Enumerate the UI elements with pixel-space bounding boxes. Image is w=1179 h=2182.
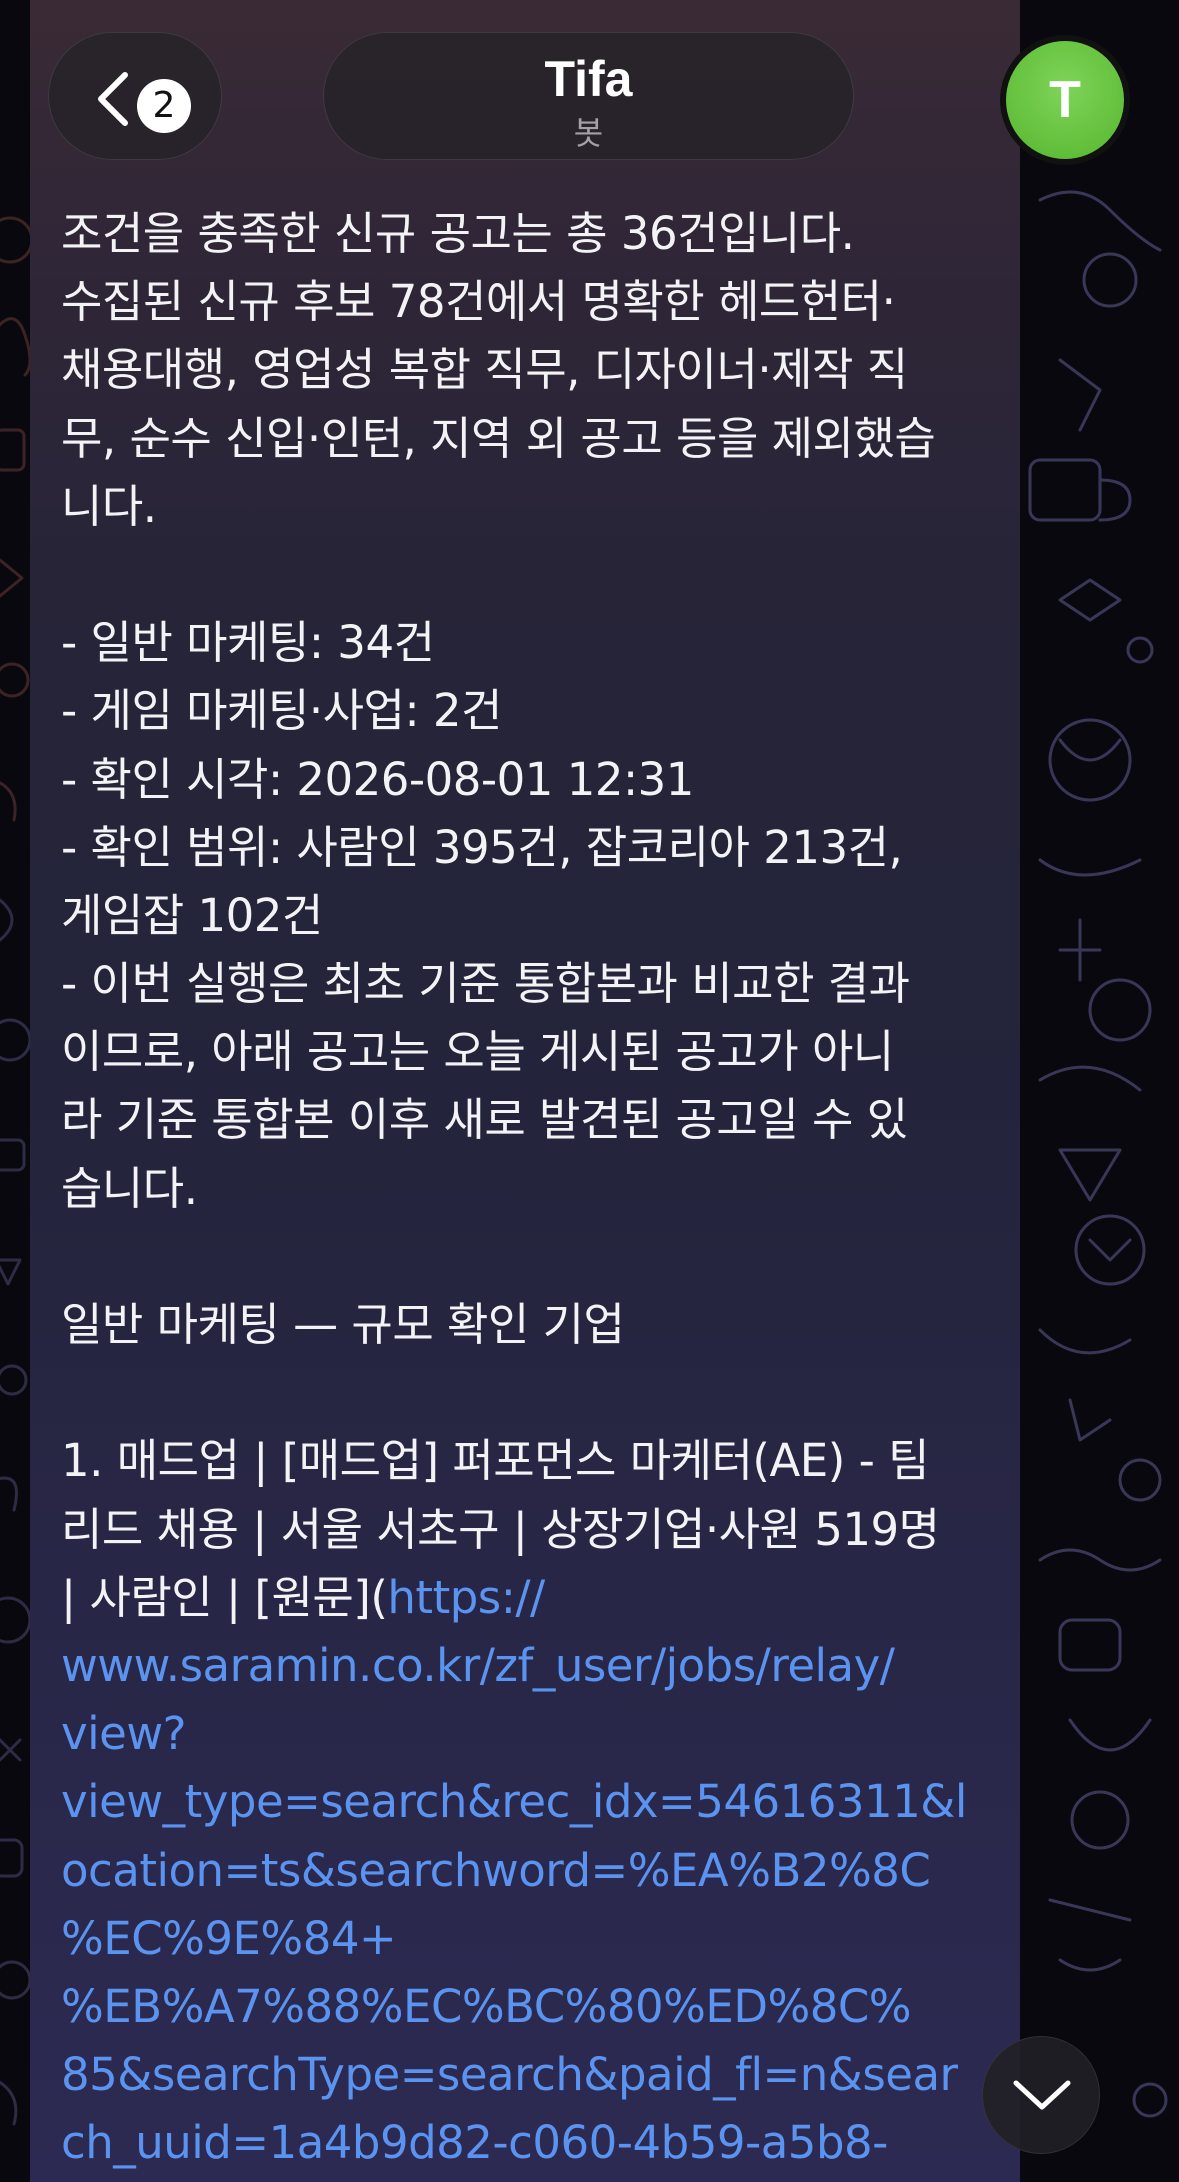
chat-subtitle: 봇 [573,114,604,152]
unread-count-badge: 2 [137,79,191,133]
job-item-1-link[interactable]: ocation=ts&searchword=%EA%B2%8C [61,1837,1021,1905]
chat-screen: 조건을 충족한 신규 공고는 총 36건입니다. 수집된 신규 후보 78건에서… [0,0,1179,2182]
message-line: 수집된 신규 후보 78건에서 명확한 헤드헌터· [61,275,896,329]
back-button[interactable]: 2 [48,32,222,160]
summary-note: - 이번 실행은 최초 기준 통합본과 비교한 결과 [61,957,910,1011]
summary-general-marketing: - 일반 마케팅: 34건 [61,616,435,670]
summary-check-range: - 확인 범위: 사람인 395건, 잡코리아 213건, [61,820,903,874]
avatar[interactable]: T [1000,35,1130,165]
chevron-down-icon [1013,2080,1071,2110]
job-item-1-source-line: | 사람인 | [원문](https:// [61,1564,1021,1632]
job-item-1-link[interactable]: view_type=search&rec_idx=54616311&l [61,1768,1021,1836]
job-item-1-link[interactable]: %EC%9E%84+ [61,1905,1021,1973]
message-bubble: 조건을 충족한 신규 공고는 총 36건입니다. 수집된 신규 후보 78건에서… [30,0,1020,2182]
job-item-1-link[interactable]: https:// [387,1571,545,1624]
message-text: 조건을 충족한 신규 공고는 총 36건입니다. 수집된 신규 후보 78건에서… [61,200,1021,2177]
summary-game-marketing: - 게임 마케팅·사업: 2건 [61,684,502,738]
job-item-1-source: | 사람인 | [원문]( [61,1570,388,1624]
section-heading: 일반 마케팅 — 규모 확인 기업 [61,1298,625,1351]
chat-title: Tifa [544,51,633,107]
summary-note-cont: 습니다. [61,1161,198,1215]
summary-check-time: - 확인 시각: 2026-08-01 12:31 [61,752,694,806]
job-item-1-cont: 리드 채용 | 서울 서초구 | 상장기업·사원 519명 [61,1502,940,1556]
summary-note-cont: 이므로, 아래 공고는 오늘 게시된 공고가 아니 [61,1025,894,1079]
summary-check-range-cont: 게임잡 102건 [61,888,323,942]
job-item-1-link[interactable]: view? [61,1700,1021,1768]
summary-note-cont: 라 기준 통합본 이후 새로 발견된 공고일 수 있 [61,1093,908,1147]
message-line: 무, 순수 신입·인턴, 지역 외 공고 등을 제외했습 [61,411,936,465]
job-item-1: 1. 매드업 | [매드업] 퍼포먼스 마케터(AE) - 팀 [61,1434,930,1488]
job-item-1-link[interactable]: 85&searchType=search&paid_fl=n&sear [61,2041,1021,2109]
chat-title-pill[interactable]: Tifa 봇 [323,32,854,160]
message-line: 채용대행, 영업성 복합 직무, 디자이너·제작 직 [61,343,908,397]
job-item-1-link[interactable]: www.saramin.co.kr/zf_user/jobs/relay/ [61,1632,1021,1700]
scroll-to-bottom-button[interactable] [982,2036,1100,2154]
avatar-letter: T [1006,41,1124,159]
job-item-1-link[interactable]: ch_uuid=1a4b9d82-c060-4b59-a5b8- [61,2109,1021,2177]
chevron-left-icon [98,72,128,126]
job-item-1-link[interactable]: %EB%A7%88%EC%BC%80%ED%8C% [61,1973,1021,2041]
message-line: 니다. [61,479,157,533]
message-line: 조건을 충족한 신규 공고는 총 36건입니다. [61,207,855,260]
